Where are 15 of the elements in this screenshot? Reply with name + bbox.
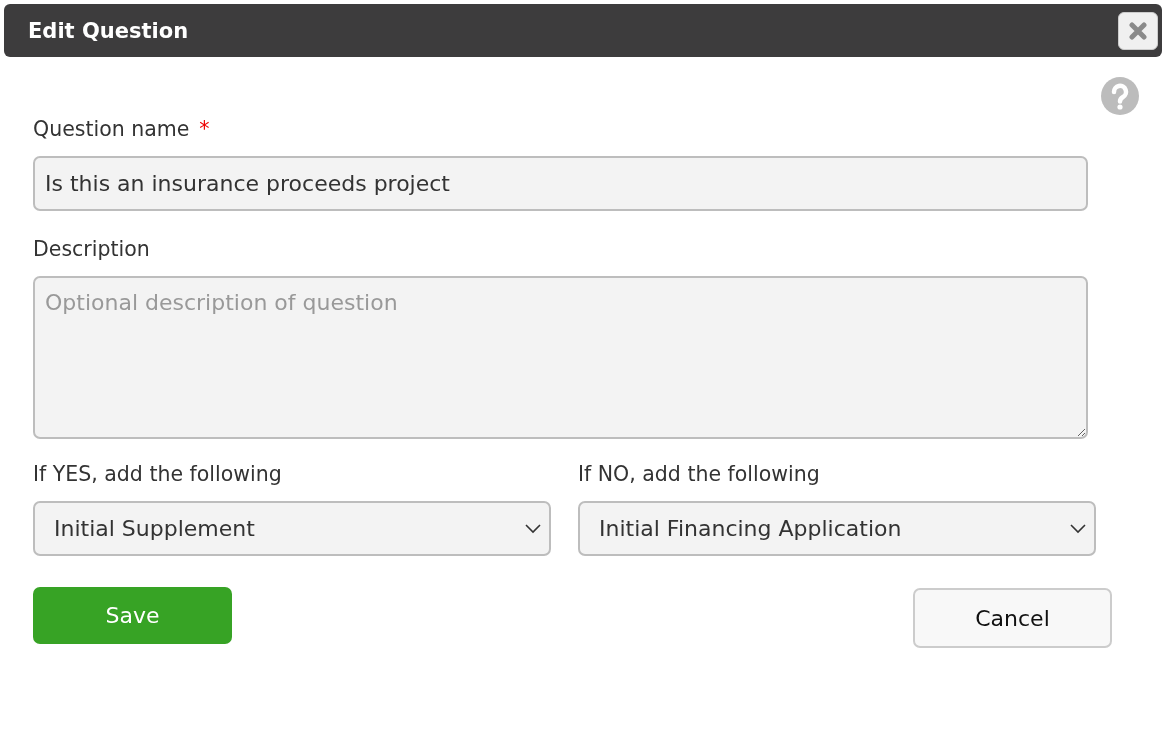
field-label: Description	[33, 237, 150, 261]
field-label: If NO, add the following	[578, 462, 821, 486]
field-label: If YES, add the following	[33, 462, 283, 486]
dropdown[interactable]: Initial Financing Application	[578, 501, 1096, 556]
text-area[interactable]: Optional description of question	[33, 276, 1088, 439]
cancel-button[interactable]: Cancel	[913, 588, 1112, 648]
required-asterisk: *	[199, 117, 210, 141]
chevron-down-icon	[525, 523, 541, 534]
field-label: Question name	[33, 117, 190, 141]
input-field[interactable]: Is this an insurance proceeds project	[33, 156, 1088, 211]
dropdown[interactable]: Initial Supplement	[33, 501, 551, 556]
close-button[interactable]	[1118, 11, 1158, 50]
close-icon	[1129, 21, 1147, 40]
window-title: Edit Question	[28, 18, 189, 43]
chevron-down-icon	[1070, 523, 1086, 534]
